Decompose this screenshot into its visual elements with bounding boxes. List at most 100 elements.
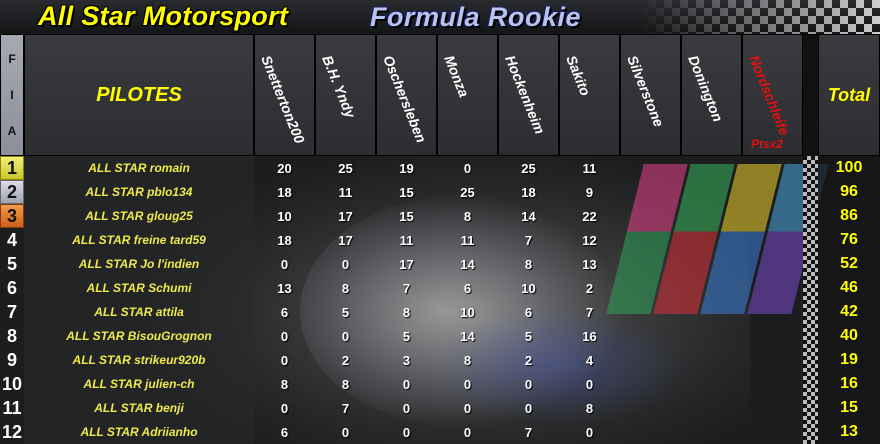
total-points-cell: 52 xyxy=(818,252,880,276)
rank-cell: 6 xyxy=(6,277,17,298)
checkered-strip-cell xyxy=(803,372,818,396)
pilots-header: PILOTES xyxy=(24,34,254,156)
race-points-cell xyxy=(681,252,742,276)
race-column-header: Oschersleben xyxy=(376,34,437,156)
race-points-cell xyxy=(620,276,681,300)
race-points-cell xyxy=(742,300,803,324)
checkered-strip-cell xyxy=(803,420,818,444)
pilot-name: ALL STAR Adriianho xyxy=(24,420,254,444)
race-points-cell: 7 xyxy=(341,400,350,416)
checkered-strip-cell xyxy=(803,276,818,300)
race-points-cell: 0 xyxy=(463,400,472,416)
rank-cell: 12 xyxy=(1,421,23,442)
race-name-label: Nordschleife xyxy=(746,53,793,138)
race-points-cell: 8 xyxy=(341,280,350,296)
race-points-cell xyxy=(742,396,803,420)
race-points-cell xyxy=(620,348,681,372)
race-points-cell: 0 xyxy=(341,328,350,344)
race-points-cell: 15 xyxy=(399,184,414,200)
total-points-cell: 46 xyxy=(818,276,880,300)
race-points-cell xyxy=(681,156,742,180)
pilot-name: ALL STAR romain xyxy=(24,156,254,180)
race-points-cell: 4 xyxy=(585,352,594,368)
total-points-cell: 96 xyxy=(818,180,880,204)
pilot-name: ALL STAR pblo134 xyxy=(24,180,254,204)
total-points-cell: 100 xyxy=(818,156,880,180)
race-points-cell xyxy=(620,228,681,252)
race-points-cell: 0 xyxy=(341,256,350,272)
race-points-cell: 25 xyxy=(521,160,536,176)
race-points-cell: 7 xyxy=(402,280,411,296)
race-points-cell xyxy=(681,204,742,228)
fia-badge: F I A xyxy=(0,34,24,156)
race-points-cell: 5 xyxy=(524,328,533,344)
race-points-cell: 14 xyxy=(521,208,536,224)
fia-letter: I xyxy=(10,88,14,102)
race-points-cell: 9 xyxy=(585,184,594,200)
fia-letter: A xyxy=(7,124,17,138)
race-points-cell xyxy=(681,228,742,252)
race-points-cell xyxy=(742,156,803,180)
race-points-cell xyxy=(681,348,742,372)
rank-cell: 8 xyxy=(6,325,17,346)
total-points-cell: 16 xyxy=(818,372,880,396)
race-points-cell: 19 xyxy=(399,160,414,176)
race-points-cell: 7 xyxy=(524,232,533,248)
race-points-cell xyxy=(620,420,681,444)
race-points-cell xyxy=(742,372,803,396)
race-points-cell: 0 xyxy=(402,424,411,440)
race-points-cell: 8 xyxy=(280,376,289,392)
rank-cell: 10 xyxy=(1,373,23,394)
race-points-cell: 8 xyxy=(585,400,594,416)
pilot-name: ALL STAR attila xyxy=(24,300,254,324)
race-points-cell xyxy=(742,228,803,252)
race-column-header: B.H. Yndy xyxy=(315,34,376,156)
race-points-cell xyxy=(742,324,803,348)
pilot-name: ALL STAR julien-ch xyxy=(24,372,254,396)
race-points-cell: 8 xyxy=(463,352,472,368)
race-points-cell: 8 xyxy=(402,304,411,320)
race-points-cell: 10 xyxy=(460,304,475,320)
race-points-cell: 2 xyxy=(341,352,350,368)
race-points-cell: 15 xyxy=(399,208,414,224)
race-points-cell xyxy=(681,420,742,444)
race-points-cell: 11 xyxy=(460,232,475,248)
race-points-cell xyxy=(742,420,803,444)
race-column-header: Donington xyxy=(681,34,742,156)
race-points-cell: 11 xyxy=(582,160,597,176)
race-points-cell: 6 xyxy=(280,424,289,440)
pilot-name: ALL STAR BisouGrognon xyxy=(24,324,254,348)
total-points-cell: 42 xyxy=(818,300,880,324)
pilot-name: ALL STAR freine tard59 xyxy=(24,228,254,252)
race-points-cell: 22 xyxy=(582,208,597,224)
series-title: Formula Rookie xyxy=(370,2,582,32)
race-points-cell: 8 xyxy=(463,208,472,224)
race-column-header: Snetterton200 xyxy=(254,34,315,156)
race-points-cell: 13 xyxy=(277,280,292,296)
race-points-cell xyxy=(742,348,803,372)
race-column-header: Silverstone xyxy=(620,34,681,156)
race-points-cell: 20 xyxy=(277,160,292,176)
double-points-note: Ptsx2 xyxy=(751,137,784,151)
race-points-cell xyxy=(681,324,742,348)
rank-cell: 5 xyxy=(6,253,17,274)
race-points-cell xyxy=(681,180,742,204)
race-points-cell: 18 xyxy=(277,184,292,200)
race-points-cell xyxy=(742,180,803,204)
race-points-cell: 0 xyxy=(280,352,289,368)
fia-letter: F xyxy=(8,52,16,66)
race-points-cell xyxy=(681,372,742,396)
race-column-header: Hockenheim xyxy=(498,34,559,156)
race-points-cell: 0 xyxy=(524,400,533,416)
race-points-cell: 0 xyxy=(402,400,411,416)
race-points-cell: 6 xyxy=(463,280,472,296)
total-points-cell: 86 xyxy=(818,204,880,228)
race-points-cell: 10 xyxy=(277,208,292,224)
checkered-strip-cell xyxy=(803,252,818,276)
title-banner: All Star Motorsport Formula Rookie xyxy=(0,0,880,34)
race-points-cell: 8 xyxy=(341,376,350,392)
total-points-cell: 13 xyxy=(818,420,880,444)
race-points-cell: 13 xyxy=(582,256,597,272)
pilot-name: ALL STAR strikeur920b xyxy=(24,348,254,372)
total-points-cell: 76 xyxy=(818,228,880,252)
